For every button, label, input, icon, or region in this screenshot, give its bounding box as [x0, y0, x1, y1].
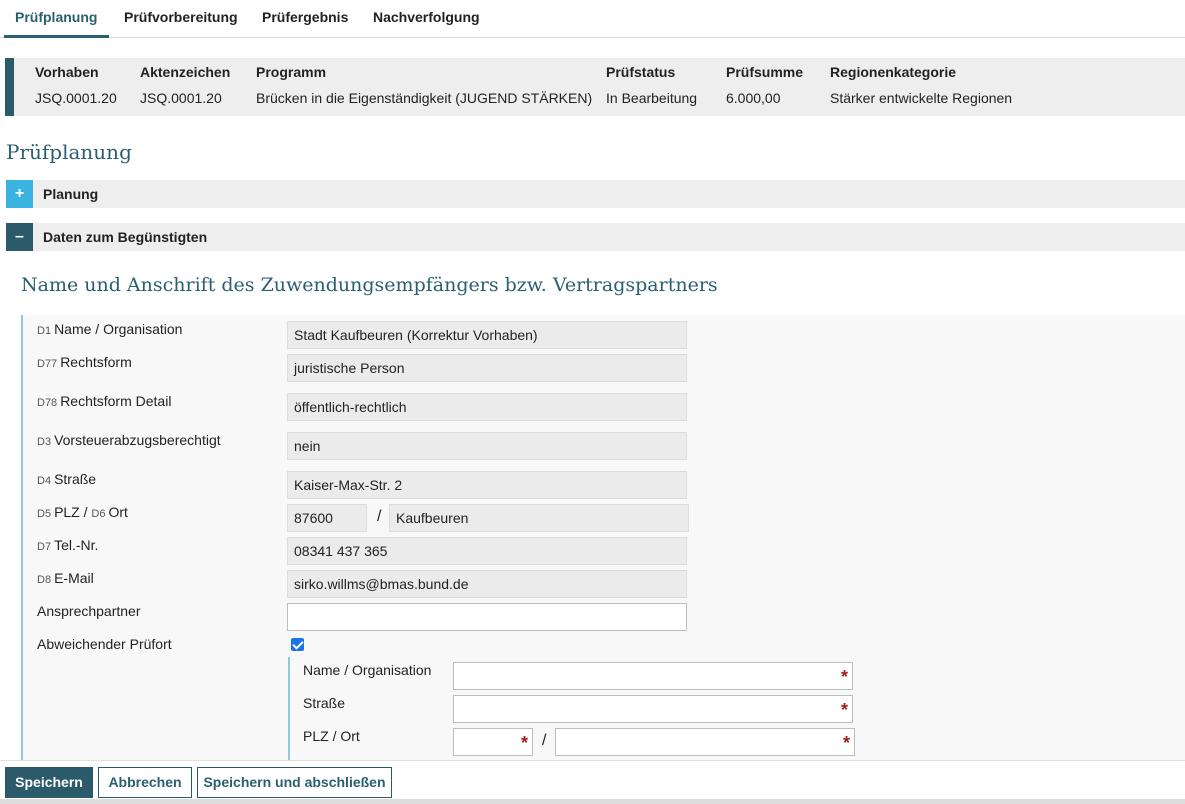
email-label: D8 E-Mail	[37, 570, 94, 586]
summary-value: 6.000,00	[726, 90, 781, 106]
tab-pruefplanung[interactable]: Prüfplanung	[4, 0, 109, 38]
save-button[interactable]: Speichern	[5, 767, 93, 798]
accordion-daten-beguenstigter[interactable]: – Daten zum Begünstigten	[6, 223, 1185, 251]
summary-value: JSQ.0001.20	[35, 90, 117, 106]
field-code: D7	[37, 541, 52, 553]
label-text: Vorsteuerabzugsberechtigt	[54, 432, 221, 448]
cancel-button[interactable]: Abbrechen	[98, 767, 192, 798]
summary-header: Prüfstatus	[606, 64, 676, 80]
field-code: D1	[37, 325, 52, 337]
field-code: D8	[37, 574, 52, 586]
summary-header: Aktenzeichen	[140, 64, 231, 80]
pruefort-name-input[interactable]: *	[453, 662, 853, 690]
strasse-field: Kaiser-Max-Str. 2	[287, 471, 687, 499]
tel-label: D7 Tel.-Nr.	[37, 537, 98, 553]
case-summary: Vorhaben JSQ.0001.20 Aktenzeichen JSQ.00…	[5, 58, 1185, 116]
pruefort-subsection	[288, 657, 290, 760]
tab-bar: Prüfplanung Prüfvorbereitung Prüfergebni…	[0, 0, 1185, 38]
summary-value: JSQ.0001.20	[140, 90, 222, 106]
accordion-label: Planung	[43, 186, 99, 202]
summary-value: Brücken in die Eigenständigkeit (JUGEND …	[256, 90, 593, 106]
label-text: Rechtsform Detail	[60, 393, 172, 409]
field-code: D4	[37, 475, 52, 487]
section-title: Name und Anschrift des Zuwendungsempfäng…	[21, 274, 718, 296]
pruefort-strasse-label: Straße	[303, 695, 346, 711]
plz-ort-label: D5 PLZ / D6 Ort	[37, 504, 128, 520]
required-icon: *	[840, 667, 848, 687]
collapse-icon[interactable]: –	[6, 223, 33, 251]
plz-ort-separator: /	[377, 508, 382, 525]
pruefort-plz-ort-label: PLZ / Ort	[303, 728, 360, 744]
summary-value: Stärker entwickelte Regionen	[830, 90, 1013, 106]
save-and-close-button[interactable]: Speichern und abschließen	[197, 767, 392, 798]
rechtsform-detail-label: D78 Rechtsform Detail	[37, 393, 171, 409]
summary-header: Vorhaben	[35, 64, 99, 80]
summary-value: In Bearbeitung	[606, 90, 698, 106]
ansprechpartner-label: Ansprechpartner	[37, 603, 141, 619]
vorsteuer-label: D3 Vorsteuerabzugsberechtigt	[37, 432, 221, 448]
abweichender-pruefort-checkbox[interactable]	[291, 638, 304, 651]
required-icon: *	[840, 700, 848, 720]
ort-field: Kaufbeuren	[389, 504, 689, 532]
rechtsform-label: D77 Rechtsform	[37, 354, 132, 370]
name-field: Stadt Kaufbeuren (Korrektur Vorhaben)	[287, 321, 687, 349]
pruefort-name-label: Name / Organisation	[303, 662, 432, 678]
tab-pruefvorbereitung[interactable]: Prüfvorbereitung	[124, 0, 238, 38]
rechtsform-detail-field: öffentlich-rechtlich	[287, 393, 687, 421]
tab-nachverfolgung[interactable]: Nachverfolgung	[373, 0, 480, 38]
pruefort-plz-ort-separator: /	[542, 732, 547, 749]
summary-header: Programm	[256, 64, 327, 80]
field-code: D77	[37, 358, 58, 370]
label-text: Straße	[54, 471, 97, 487]
field-code: D5	[37, 508, 52, 520]
name-label: D1 Name / Organisation	[37, 321, 182, 337]
required-icon: *	[842, 733, 850, 753]
abweichender-pruefort-label: Abweichender Prüfort	[37, 636, 172, 652]
required-icon: *	[520, 733, 528, 753]
accordion-label: Daten zum Begünstigten	[43, 229, 208, 245]
bottom-divider	[0, 799, 1185, 804]
page-title: Prüfplanung	[6, 140, 132, 164]
field-code: D78	[37, 397, 58, 409]
rechtsform-field: juristische Person	[287, 354, 687, 382]
separator: /	[83, 504, 88, 520]
action-bar: Speichern Abbrechen Speichern und abschl…	[0, 760, 1185, 804]
summary-header: Regionenkategorie	[830, 64, 957, 80]
summary-header: Prüfsumme	[726, 64, 804, 80]
label-text: Ort	[108, 504, 128, 520]
pruefort-strasse-input[interactable]: *	[453, 695, 853, 723]
plz-field: 87600	[287, 504, 367, 532]
pruefort-ort-input[interactable]: *	[555, 728, 855, 756]
field-code: D3	[37, 436, 52, 448]
expand-icon[interactable]: +	[6, 180, 33, 208]
accordion-planung[interactable]: + Planung	[6, 180, 1185, 208]
tel-field: 08341 437 365	[287, 537, 687, 565]
label-text: E-Mail	[54, 570, 94, 586]
vorsteuer-field: nein	[287, 432, 687, 460]
field-code: D6	[91, 508, 106, 520]
tab-pruefergebnis[interactable]: Prüfergebnis	[262, 0, 348, 38]
label-text: PLZ	[54, 504, 80, 520]
label-text: Rechtsform	[60, 354, 132, 370]
email-field: sirko.willms@bmas.bund.de	[287, 570, 687, 598]
label-text: Tel.-Nr.	[54, 537, 99, 553]
ansprechpartner-input[interactable]	[287, 603, 687, 631]
strasse-label: D4 Straße	[37, 471, 96, 487]
pruefort-plz-input[interactable]: *	[453, 728, 533, 756]
label-text: Name / Organisation	[54, 321, 183, 337]
